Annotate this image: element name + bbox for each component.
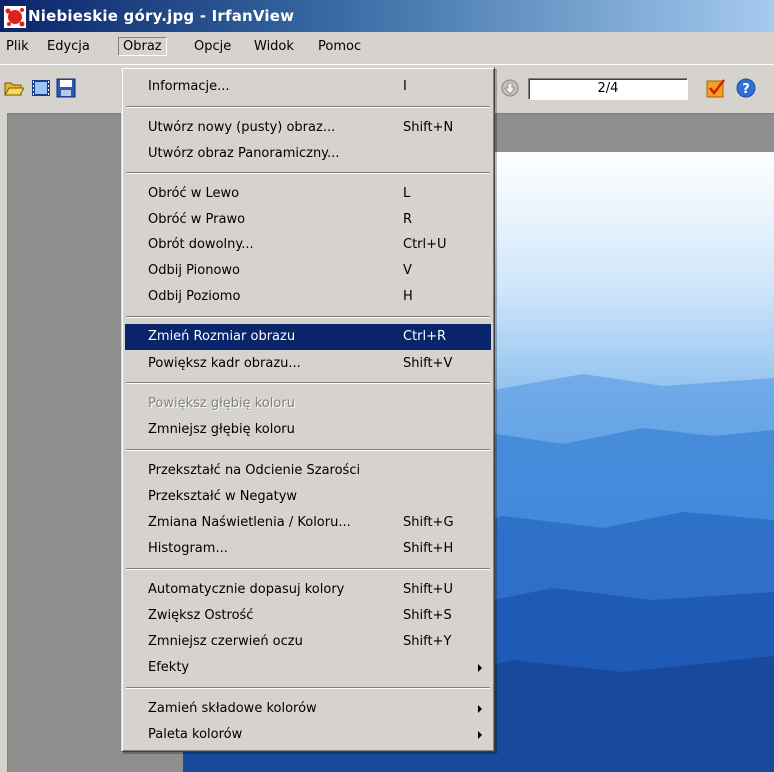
irfanview-app-icon bbox=[4, 6, 26, 28]
menu-opcje[interactable]: Opcje bbox=[194, 39, 231, 54]
menu-pomoc[interactable]: Pomoc bbox=[318, 39, 361, 54]
menu-separator bbox=[126, 382, 490, 384]
menu-obraz[interactable]: Obraz bbox=[118, 37, 167, 56]
submenu-arrow-icon bbox=[478, 664, 482, 672]
menu-item-panoramiczny[interactable]: Utwórz obraz Panoramiczny... bbox=[125, 141, 491, 167]
menu-edycja[interactable]: Edycja bbox=[47, 39, 90, 54]
menu-separator bbox=[126, 172, 490, 174]
menu-separator bbox=[126, 316, 490, 318]
menu-item-ostrosc[interactable]: Zwiększ Ostrość Shift+S bbox=[125, 603, 491, 629]
menu-item-odcienie-szarosci[interactable]: Przekształć na Odcienie Szarości bbox=[125, 458, 491, 484]
menu-item-obroc-lewo[interactable]: Obróć w Lewo L bbox=[125, 181, 491, 207]
menu-item-odbij-pionowo[interactable]: Odbij Pionowo V bbox=[125, 258, 491, 284]
svg-text:?: ? bbox=[742, 82, 750, 97]
menu-item-naswietlenie[interactable]: Zmiana Naświetlenia / Koloru... Shift+G bbox=[125, 510, 491, 536]
obraz-dropdown-menu: Informacje... I Utwórz nowy (pusty) obra… bbox=[121, 67, 495, 752]
menu-item-efekty[interactable]: Efekty bbox=[125, 655, 491, 681]
menu-item-zmniejsz-glebie[interactable]: Zmniejsz głębię koloru bbox=[125, 417, 491, 443]
window-title: Niebieskie góry.jpg - IrfanView bbox=[28, 7, 295, 25]
open-folder-icon[interactable] bbox=[4, 78, 24, 98]
menu-item-informacje[interactable]: Informacje... I bbox=[125, 74, 491, 100]
menu-item-powieksz-glebie: Powiększ głębię koloru bbox=[148, 396, 295, 411]
menu-item-powieksz-kadr[interactable]: Powiększ kadr obrazu... Shift+V bbox=[125, 351, 491, 377]
menu-item-nowy-obraz[interactable]: Utwórz nowy (pusty) obraz... Shift+N bbox=[125, 115, 491, 141]
menu-widok[interactable]: Widok bbox=[254, 39, 294, 54]
help-icon[interactable]: ? bbox=[736, 78, 756, 98]
menu-item-auto-kolory[interactable]: Automatycznie dopasuj kolory Shift+U bbox=[125, 577, 491, 603]
menu-separator bbox=[126, 106, 490, 108]
slideshow-icon[interactable] bbox=[31, 78, 51, 98]
page-indicator[interactable]: 2/4 bbox=[528, 78, 688, 100]
menu-item-paleta[interactable]: Paleta kolorów bbox=[125, 722, 491, 748]
menu-item-obrot-dowolny[interactable]: Obrót dowolny... Ctrl+U bbox=[125, 232, 491, 258]
menu-separator bbox=[126, 568, 490, 570]
menu-item-obroc-prawo[interactable]: Obróć w Prawo R bbox=[125, 207, 491, 233]
menu-bar: Plik Edycja Obraz Opcje Widok Pomoc bbox=[0, 32, 774, 65]
menu-separator bbox=[126, 449, 490, 451]
menu-plik[interactable]: Plik bbox=[6, 39, 29, 54]
menu-item-negatyw[interactable]: Przekształć w Negatyw bbox=[125, 484, 491, 510]
save-icon[interactable] bbox=[56, 78, 76, 98]
title-bar[interactable]: Niebieskie góry.jpg - IrfanView bbox=[0, 0, 774, 32]
properties-check-icon[interactable] bbox=[706, 78, 726, 98]
menu-separator bbox=[126, 687, 490, 689]
submenu-arrow-icon bbox=[478, 731, 482, 739]
menu-item-zamien-skladowe[interactable]: Zamień składowe kolorów bbox=[125, 696, 491, 722]
menu-item-czerwien-oczu[interactable]: Zmniejsz czerwień oczu Shift+Y bbox=[125, 629, 491, 655]
menu-item-zmien-rozmiar[interactable]: Zmień Rozmiar obrazu Ctrl+R bbox=[125, 324, 491, 350]
next-arrow-icon[interactable] bbox=[500, 78, 520, 98]
menu-item-histogram[interactable]: Histogram... Shift+H bbox=[125, 536, 491, 562]
menu-item-odbij-poziomo[interactable]: Odbij Poziomo H bbox=[125, 284, 491, 310]
irfanview-window: Niebieskie góry.jpg - IrfanView Plik Edy… bbox=[0, 0, 774, 772]
submenu-arrow-icon bbox=[478, 705, 482, 713]
